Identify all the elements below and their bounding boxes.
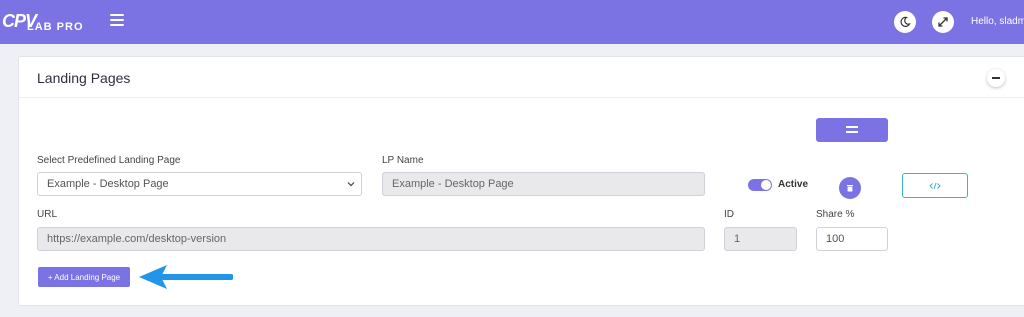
id-label: ID	[724, 209, 734, 220]
lp-name-field[interactable]: Example - Desktop Page	[382, 172, 705, 196]
predefined-landing-page-label: Select Predefined Landing Page	[37, 155, 181, 166]
card-header: Landing Pages	[19, 57, 1024, 98]
app-logo[interactable]: CPV LAB PRO	[2, 6, 83, 36]
share-percent-input[interactable]: 100	[816, 227, 888, 251]
user-greeting[interactable]: Hello, sladmi	[971, 16, 1024, 27]
add-landing-page-label: + Add Landing Page	[47, 272, 121, 282]
lp-name-value: Example - Desktop Page	[392, 178, 514, 190]
lp-name-label: LP Name	[382, 155, 424, 166]
hamburger-menu-icon[interactable]	[110, 14, 124, 28]
trash-icon	[847, 185, 853, 192]
card-title: Landing Pages	[37, 70, 131, 86]
url-label: URL	[37, 209, 58, 220]
delete-button[interactable]	[839, 177, 861, 199]
collapse-button[interactable]	[987, 69, 1005, 87]
share-percent-label: Share %	[816, 209, 855, 220]
fullscreen-button[interactable]	[932, 11, 954, 33]
landing-pages-card: Landing Pages Select Predefined Landing …	[18, 56, 1024, 306]
reorder-button[interactable]	[816, 118, 888, 142]
active-label: Active	[778, 179, 809, 190]
url-value: https://example.com/desktop-version	[47, 233, 227, 245]
pointer-arrow-icon	[139, 265, 233, 289]
predefined-landing-page-value: Example - Desktop Page	[47, 178, 169, 190]
logo-text-small: LAB PRO	[27, 21, 84, 33]
code-snippet-button[interactable]	[902, 173, 968, 198]
expand-arrows-icon	[938, 17, 948, 27]
id-value: 1	[734, 233, 741, 245]
top-navbar: CPV LAB PRO Hello, sladmi	[0, 0, 1024, 44]
chevron-down-icon	[347, 182, 355, 187]
code-icon	[929, 182, 941, 189]
moon-icon	[900, 16, 911, 27]
id-field[interactable]: 1	[724, 227, 797, 251]
share-percent-value: 100	[826, 233, 845, 245]
url-field[interactable]: https://example.com/desktop-version	[37, 227, 705, 251]
add-landing-page-button[interactable]: + Add Landing Page	[38, 267, 130, 287]
active-toggle[interactable]	[748, 179, 772, 191]
theme-toggle-button[interactable]	[894, 11, 916, 33]
predefined-landing-page-select[interactable]: Example - Desktop Page	[37, 172, 362, 196]
